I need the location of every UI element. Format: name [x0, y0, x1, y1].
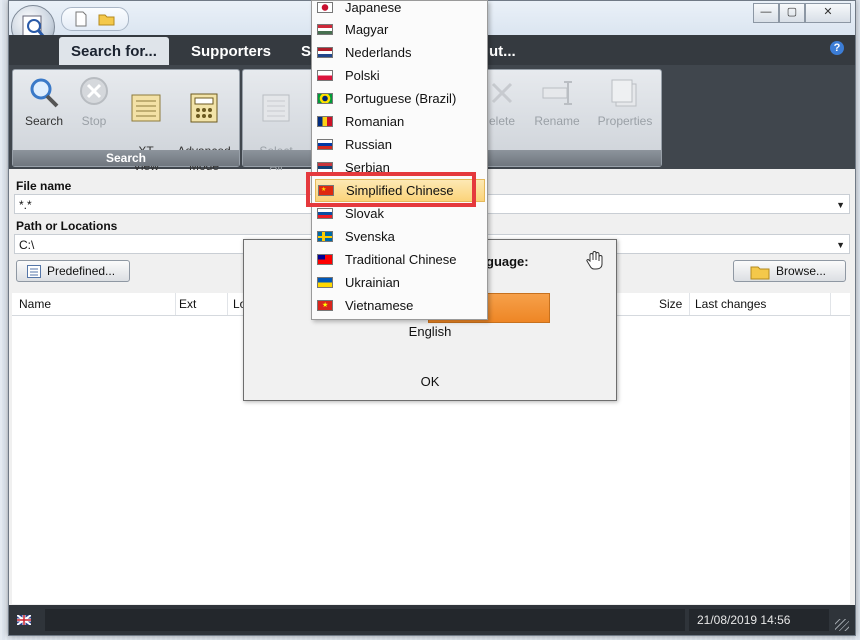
- menu-item-label: Svenska: [345, 229, 395, 244]
- chevron-down-icon[interactable]: ▼: [836, 235, 845, 255]
- browse-button[interactable]: Browse...: [733, 260, 846, 282]
- properties-label: Properties: [597, 114, 653, 128]
- tab-search-for[interactable]: Search for...: [59, 37, 169, 65]
- file-name-label: File name: [16, 179, 72, 193]
- delete-icon: [491, 82, 513, 104]
- resize-grip-icon[interactable]: [835, 619, 849, 631]
- rename-label: Rename: [534, 114, 580, 128]
- status-message: [45, 609, 685, 631]
- column-last-changes[interactable]: Last changes: [695, 297, 766, 311]
- search-button-label: Search: [24, 114, 64, 128]
- xt-view-icon: [131, 94, 161, 122]
- russia-flag-icon: [317, 139, 333, 150]
- search-button[interactable]: Search: [17, 76, 71, 129]
- chevron-down-icon[interactable]: ▼: [836, 195, 845, 215]
- romania-flag-icon: [317, 116, 333, 127]
- brazil-flag-icon: [317, 93, 333, 104]
- rename-button[interactable]: Rename: [525, 76, 589, 129]
- status-bar: 21/08/2019 14:56: [9, 605, 855, 635]
- hand-cursor-icon: [586, 251, 603, 270]
- menu-item-label: Ukrainian: [345, 275, 400, 290]
- taiwan-flag-icon: [317, 254, 333, 265]
- language-dropdown-menu: Japanese Magyar Nederlands Polski Portug…: [311, 0, 488, 320]
- menu-item-ukrainian[interactable]: Ukrainian: [312, 271, 487, 294]
- ok-button[interactable]: OK: [400, 370, 460, 394]
- file-name-value: *.*: [19, 198, 32, 212]
- menu-item-nederlands[interactable]: Nederlands: [312, 41, 487, 64]
- folder-icon: [750, 266, 770, 280]
- hungary-flag-icon: [317, 24, 333, 35]
- menu-item-romanian[interactable]: Romanian: [312, 110, 487, 133]
- menu-item-label: Polski: [345, 68, 380, 83]
- quick-access-toolbar: [61, 7, 129, 31]
- open-folder-icon[interactable]: [98, 12, 116, 26]
- ukraine-flag-icon: [317, 277, 333, 288]
- properties-button[interactable]: Properties: [593, 76, 657, 129]
- column-divider: [175, 293, 176, 315]
- menu-item-magyar[interactable]: Magyar: [312, 18, 487, 41]
- column-divider: [830, 293, 831, 315]
- search-group-title: Search: [13, 150, 239, 166]
- netherlands-flag-icon: [317, 47, 333, 58]
- uk-flag-icon[interactable]: [17, 615, 31, 625]
- menu-item-label: Russian: [345, 137, 392, 152]
- properties-icon: [611, 79, 637, 107]
- status-datetime: 21/08/2019 14:56: [689, 609, 829, 631]
- new-file-icon[interactable]: [74, 11, 88, 27]
- rename-icon: [542, 81, 572, 105]
- selection-highlight-box: [306, 172, 476, 207]
- advanced-mode-icon: [190, 93, 218, 123]
- column-divider: [227, 293, 228, 315]
- menu-item-label: Japanese: [345, 0, 402, 15]
- menu-item-label: Portuguese (Brazil): [345, 91, 457, 106]
- menu-item-polski[interactable]: Polski: [312, 64, 487, 87]
- list-icon: [27, 265, 41, 278]
- poland-flag-icon: [317, 70, 333, 81]
- magnifier-icon: [30, 78, 59, 108]
- column-divider: [689, 293, 690, 315]
- current-language: English: [408, 324, 452, 339]
- close-button[interactable]: ✕: [805, 3, 851, 23]
- menu-item-label: Traditional Chinese: [345, 252, 457, 267]
- menu-item-svenska[interactable]: Svenska: [312, 225, 487, 248]
- menu-item-russian[interactable]: Russian: [312, 133, 487, 156]
- select-all-icon: [262, 94, 290, 122]
- column-size[interactable]: Size: [659, 297, 682, 311]
- vietnam-flag-icon: ★: [317, 300, 333, 311]
- tab-supporters[interactable]: Supporters: [179, 37, 283, 65]
- menu-item-label: Magyar: [345, 22, 389, 37]
- help-icon[interactable]: ?: [830, 41, 844, 55]
- predefined-button[interactable]: Predefined...: [16, 260, 130, 282]
- menu-item-traditional-chinese[interactable]: Traditional Chinese: [312, 248, 487, 271]
- search-ribbon-group: Search Stop XT View Advanced Mode Search: [12, 69, 240, 173]
- menu-item-portuguese-brazil[interactable]: Portuguese (Brazil): [312, 87, 487, 110]
- stop-button[interactable]: Stop: [67, 76, 121, 129]
- menu-item-japanese[interactable]: Japanese: [312, 0, 487, 19]
- column-ext[interactable]: Ext: [179, 297, 196, 311]
- predefined-button-label: Predefined...: [47, 264, 116, 278]
- stop-button-label: Stop: [81, 114, 107, 128]
- slovakia-flag-icon: [317, 208, 333, 219]
- column-name[interactable]: Name: [19, 297, 51, 311]
- sweden-flag-icon: [317, 231, 333, 242]
- japan-flag-icon: [317, 2, 333, 13]
- stop-icon: [80, 77, 108, 105]
- menu-item-vietnamese[interactable]: ★ Vietnamese: [312, 294, 487, 317]
- browse-button-label: Browse...: [776, 264, 827, 278]
- path-value: C:\: [19, 238, 35, 252]
- minimize-button[interactable]: —: [753, 3, 779, 23]
- delete-label: elete: [488, 114, 516, 128]
- path-label: Path or Locations: [16, 219, 118, 233]
- maximize-button[interactable]: ▢: [779, 3, 805, 23]
- menu-item-label: Romanian: [345, 114, 405, 129]
- menu-item-label: Nederlands: [345, 45, 412, 60]
- dialog-prompt: guage:: [486, 254, 529, 269]
- menu-item-label: Vietnamese: [345, 298, 414, 313]
